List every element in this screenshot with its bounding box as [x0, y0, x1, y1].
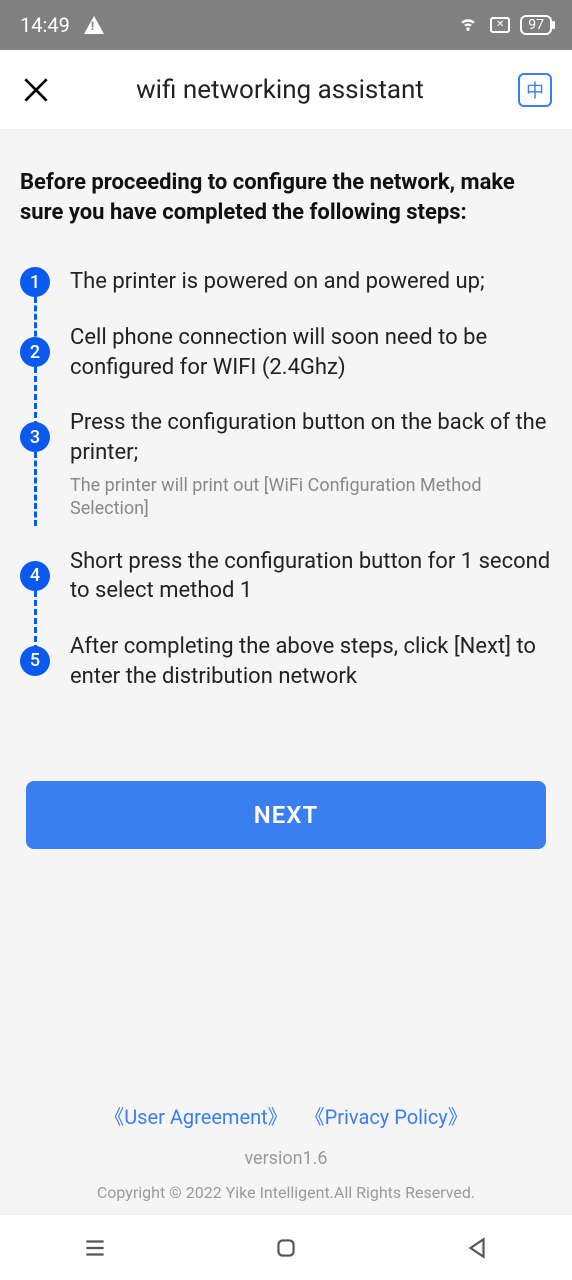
step-connector	[34, 367, 37, 427]
step-item: 3 Press the configuration button on the …	[70, 408, 552, 520]
app-header: wifi networking assistant 中	[0, 50, 572, 130]
sim-icon: ✕	[490, 17, 510, 33]
close-button[interactable]	[20, 74, 52, 106]
step-item: 5 After completing the above steps, clic…	[70, 632, 552, 691]
step-text: After completing the above steps, click …	[70, 632, 552, 691]
step-text: Press the configuration button on the ba…	[70, 408, 552, 467]
user-agreement-link[interactable]: 《User Agreement》	[104, 1105, 287, 1129]
alert-icon	[84, 16, 104, 34]
copyright-text: Copyright © 2022 Yike Intelligent.All Ri…	[0, 1183, 572, 1202]
system-nav-bar	[0, 1214, 572, 1280]
next-button[interactable]: NEXT	[26, 781, 546, 849]
steps-list: 1 The printer is powered on and powered …	[20, 267, 552, 691]
home-button[interactable]	[273, 1235, 299, 1261]
step-item: 1 The printer is powered on and powered …	[70, 267, 552, 297]
step-number-badge: 1	[20, 267, 50, 297]
back-button[interactable]	[464, 1235, 490, 1261]
step-item: 4 Short press the configuration button f…	[70, 547, 552, 606]
footer-links: 《User Agreement》 《Privacy Policy》	[0, 1101, 572, 1130]
step-text: The printer is powered on and powered up…	[70, 267, 552, 297]
step-text: Short press the configuration button for…	[70, 547, 552, 606]
status-time: 14:49	[20, 13, 70, 37]
main-content: Before proceeding to configure the netwo…	[0, 130, 572, 869]
step-connector	[34, 452, 37, 526]
step-text: Cell phone connection will soon need to …	[70, 323, 552, 382]
page-title: wifi networking assistant	[52, 75, 518, 105]
status-bar: 14:49 ✕ 97	[0, 0, 572, 50]
recent-apps-button[interactable]	[82, 1235, 108, 1261]
step-item: 2 Cell phone connection will soon need t…	[70, 323, 552, 382]
privacy-policy-link[interactable]: 《Privacy Policy》	[305, 1105, 468, 1129]
version-text: version1.6	[0, 1148, 572, 1169]
wifi-icon	[456, 12, 480, 38]
battery-indicator: 97	[520, 15, 552, 35]
intro-text: Before proceeding to configure the netwo…	[20, 168, 552, 227]
footer: 《User Agreement》 《Privacy Policy》 versio…	[0, 1101, 572, 1202]
step-number-badge: 3	[20, 422, 50, 452]
step-number-badge: 4	[20, 561, 50, 591]
step-number-badge: 5	[20, 646, 50, 676]
step-connector	[34, 591, 37, 651]
step-number-badge: 2	[20, 337, 50, 367]
step-subtext: The printer will print out [WiFi Configu…	[70, 474, 552, 521]
language-toggle[interactable]: 中	[518, 73, 552, 107]
